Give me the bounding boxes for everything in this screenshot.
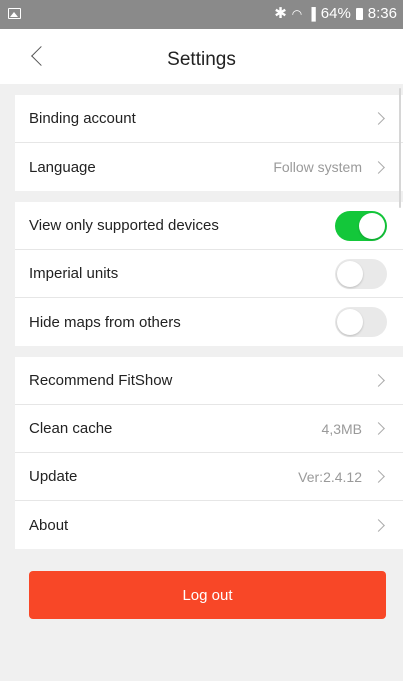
hide-maps-label: Hide maps from others — [29, 313, 181, 331]
imperial-units-toggle[interactable] — [335, 258, 387, 289]
about-label: About — [29, 516, 69, 534]
chevron-right-icon — [372, 374, 385, 387]
view-only-supported-row: View only supported devices — [15, 202, 403, 250]
clock: 8:36 — [367, 5, 397, 22]
version-value: Ver:2.4.12 — [298, 468, 362, 485]
binding-account-row[interactable]: Binding account — [15, 95, 403, 143]
battery-percent: 64% — [320, 5, 351, 22]
chevron-right-icon — [372, 112, 385, 125]
language-row[interactable]: Language Follow system — [15, 143, 403, 191]
update-label: Update — [29, 468, 78, 485]
clean-cache-row[interactable]: Clean cache 4,3MB — [15, 405, 403, 453]
hide-maps-row: Hide maps from others — [15, 298, 403, 346]
recommend-label: Recommend FitShow — [29, 372, 173, 389]
scrollbar[interactable] — [399, 88, 401, 208]
section-divider — [0, 191, 403, 202]
view-only-supported-label: View only supported devices — [29, 217, 219, 234]
update-row[interactable]: Update Ver:2.4.12 — [15, 453, 403, 501]
battery-icon — [355, 8, 363, 20]
chevron-right-icon — [372, 160, 385, 174]
chevron-right-icon — [372, 518, 385, 532]
imperial-units-label: Imperial units — [29, 265, 119, 282]
chevron-right-icon — [372, 422, 385, 435]
view-only-supported-toggle[interactable] — [335, 210, 387, 241]
wifi-icon: ◠ — [291, 7, 303, 21]
logout-button[interactable]: Log out — [29, 571, 386, 619]
recommend-row[interactable]: Recommend FitShow — [15, 357, 403, 405]
section-divider — [0, 346, 403, 357]
cache-size-value: 4,3MB — [321, 420, 362, 437]
image-icon — [8, 8, 21, 19]
nav-bar: Settings — [0, 29, 403, 84]
signal-icon: ▐ — [307, 7, 316, 21]
toggle-knob — [337, 260, 363, 287]
status-icons: ✱ ◠ ▐ 64% 8:36 — [274, 5, 397, 23]
status-bar: ✱ ◠ ▐ 64% 8:36 — [0, 0, 403, 29]
language-value: Follow system — [273, 159, 362, 175]
bluetooth-icon: ✱ — [274, 5, 287, 22]
binding-account-label: Binding account — [29, 110, 136, 127]
chevron-right-icon — [372, 470, 385, 483]
language-label: Language — [29, 158, 96, 176]
toggle-knob — [359, 212, 385, 239]
toggle-knob — [337, 309, 363, 335]
page-title: Settings — [167, 49, 236, 70]
imperial-units-row: Imperial units — [15, 250, 403, 298]
clean-cache-label: Clean cache — [29, 420, 113, 437]
section-divider — [0, 84, 403, 95]
hide-maps-toggle[interactable] — [335, 307, 387, 337]
about-row[interactable]: About — [15, 501, 403, 549]
